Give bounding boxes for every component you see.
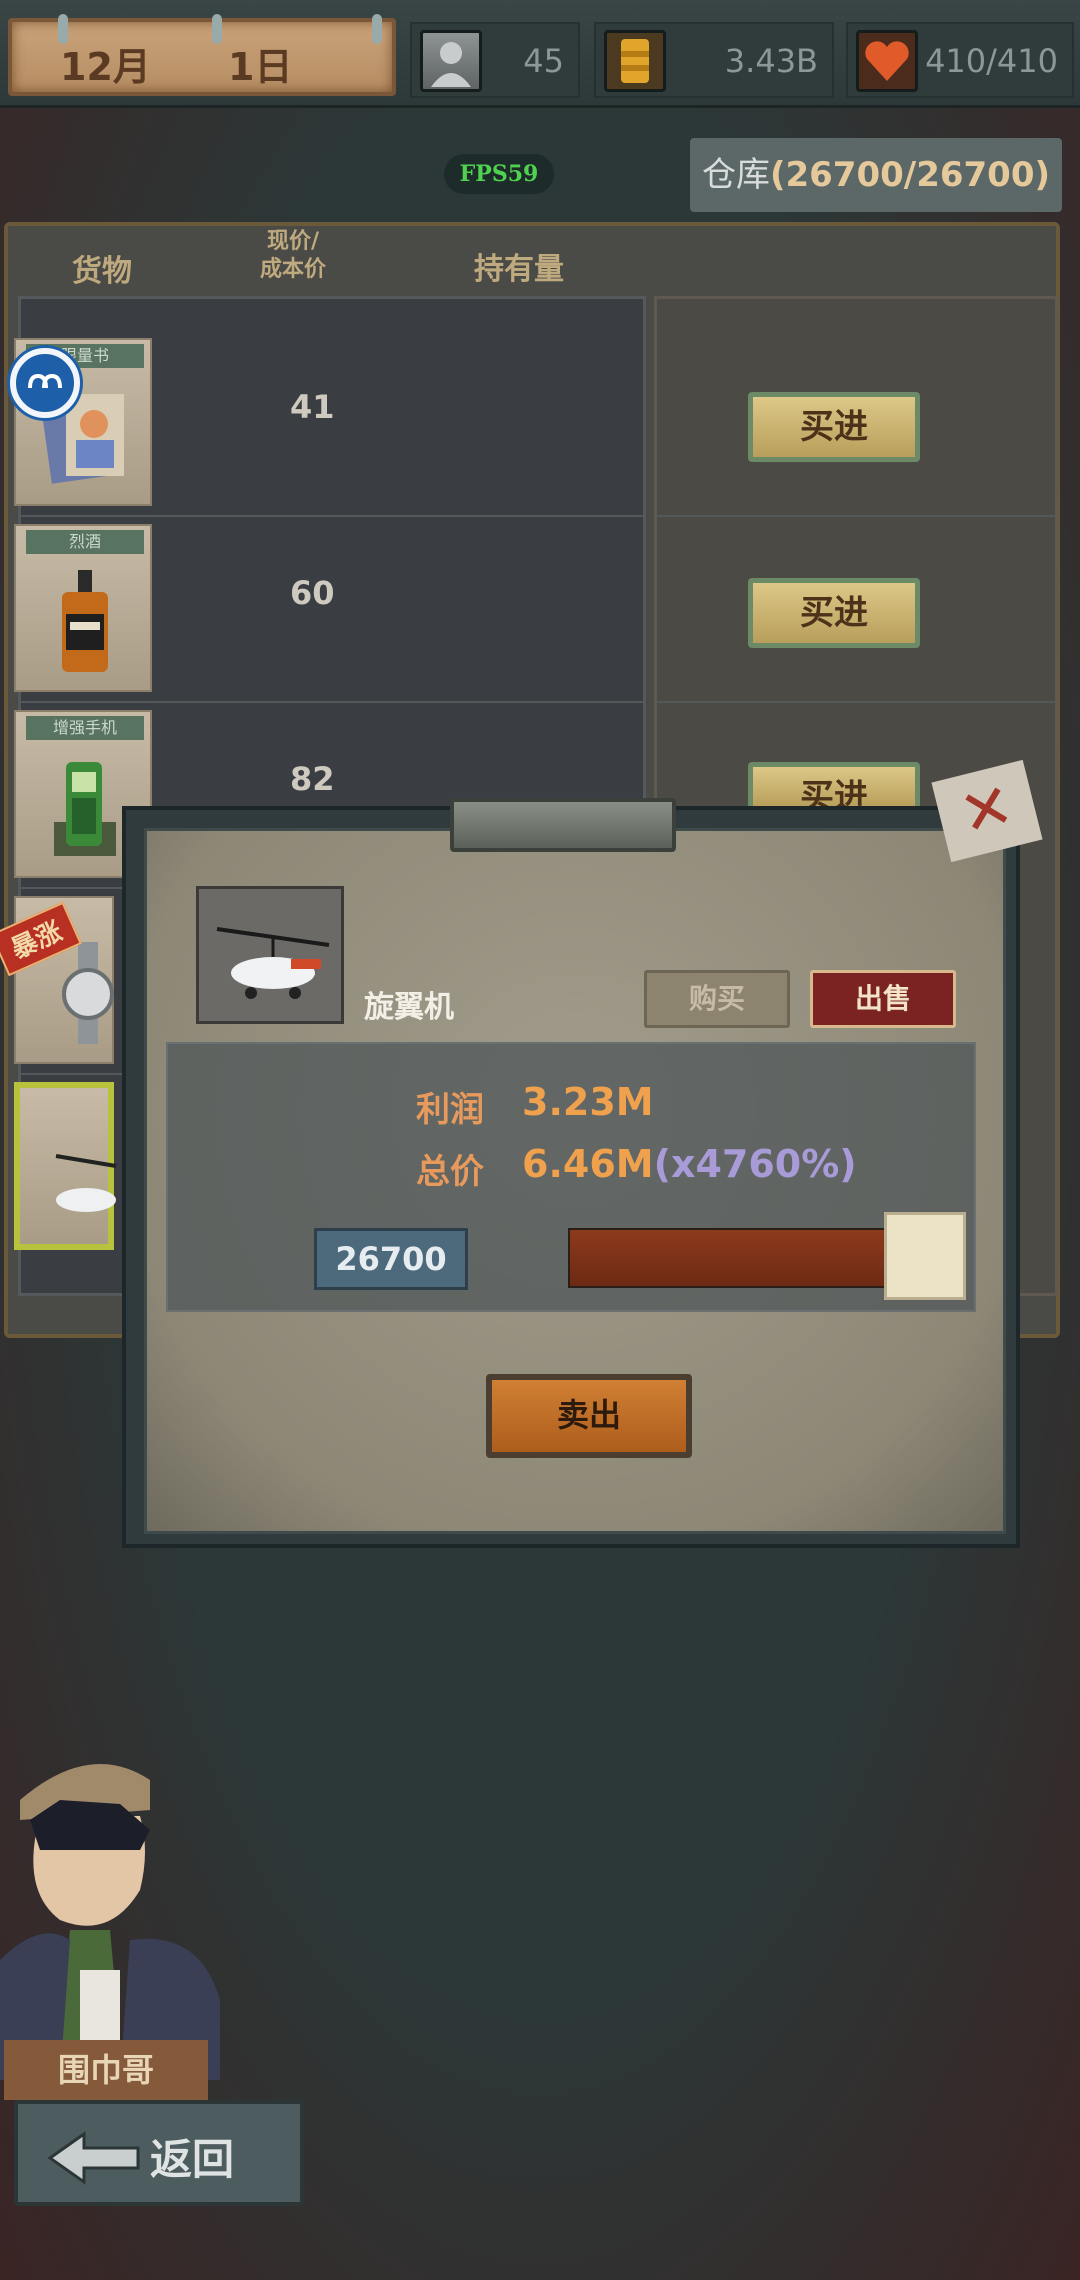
- gyrocopter-icon: [216, 927, 330, 999]
- back-button[interactable]: 返回: [14, 2100, 304, 2206]
- phone-icon: [40, 752, 130, 862]
- total-label: 总价: [416, 1152, 484, 1192]
- item-price: 82: [290, 760, 335, 798]
- profit-value: 3.23M: [522, 1080, 654, 1124]
- month-label: 12月: [60, 45, 151, 89]
- quantity-field[interactable]: 26700: [314, 1228, 468, 1290]
- warehouse-capacity[interactable]: 仓库(26700/26700): [690, 138, 1062, 212]
- player-level-stat[interactable]: 45: [410, 22, 580, 98]
- binder-ring: [372, 14, 382, 44]
- health-heart-icon: [856, 30, 918, 92]
- quantity-slider[interactable]: [568, 1228, 888, 1288]
- health-stat[interactable]: 410/410: [846, 22, 1074, 98]
- double-arrow-left-icon: [47, 2131, 140, 2185]
- price-header-line2: 成本价: [260, 257, 327, 282]
- date-plate: 12月 1日: [8, 14, 396, 96]
- buy-button[interactable]: 买进: [748, 392, 920, 462]
- binder-ring: [212, 14, 222, 44]
- price-header-line1: 现价/: [266, 229, 320, 254]
- item-card-liquor[interactable]: 烈酒: [14, 524, 152, 692]
- money-stat[interactable]: 3.43B: [594, 22, 834, 98]
- profit-label: 利润: [416, 1090, 484, 1130]
- row-divider: [21, 515, 643, 517]
- floating-assistant-button[interactable]: [10, 348, 80, 418]
- column-header-price: 现价/ 成本价: [260, 228, 326, 284]
- tab-buy[interactable]: 购买: [644, 970, 790, 1028]
- player-level-value: 45: [523, 42, 564, 80]
- item-price: 41: [290, 388, 335, 426]
- row-divider: [657, 701, 1055, 703]
- player-icon: [420, 30, 482, 92]
- tab-sell[interactable]: 出售: [810, 970, 956, 1028]
- buy-button[interactable]: 买进: [748, 578, 920, 648]
- health-value: 410/410: [925, 42, 1058, 80]
- money-barrel-icon: [604, 30, 666, 92]
- fps-counter: FPS59: [444, 154, 554, 194]
- liquor-bottle-icon: [40, 566, 130, 676]
- total-price: 6.46M(x4760%): [522, 1142, 857, 1186]
- row-divider: [657, 515, 1055, 517]
- warehouse-label: 仓库: [701, 155, 770, 195]
- sell-button[interactable]: 卖出: [486, 1374, 692, 1458]
- item-tag: 增强手机: [26, 716, 144, 740]
- day-label: 1日: [228, 45, 293, 89]
- total-value: 6.46M: [522, 1142, 654, 1186]
- product-thumbnail: [196, 886, 344, 1024]
- warehouse-value: (26700/26700): [769, 155, 1051, 195]
- item-price: 60: [290, 574, 335, 612]
- column-header-goods: 货物: [72, 254, 132, 289]
- row-divider: [21, 701, 643, 703]
- dialog-clip: [450, 798, 676, 852]
- top-status-bar: 12月 1日 45 3.43B 410/410: [0, 0, 1080, 108]
- money-value: 3.43B: [724, 42, 818, 80]
- item-card-gyrocopter[interactable]: [14, 1082, 117, 1250]
- npc-portrait: [0, 1740, 240, 2080]
- back-label: 返回: [150, 2135, 235, 2184]
- total-percentage: (x4760%): [653, 1142, 857, 1186]
- column-header-holding: 持有量: [474, 252, 564, 287]
- buy-button[interactable]: 买进: [748, 762, 920, 812]
- slider-thumb[interactable]: [884, 1212, 966, 1300]
- item-tag: 烈酒: [26, 530, 144, 554]
- npc-name-plate: 围巾哥: [4, 2040, 208, 2100]
- product-name: 旋翼机: [364, 990, 454, 1025]
- slider-fill: [570, 1230, 886, 1286]
